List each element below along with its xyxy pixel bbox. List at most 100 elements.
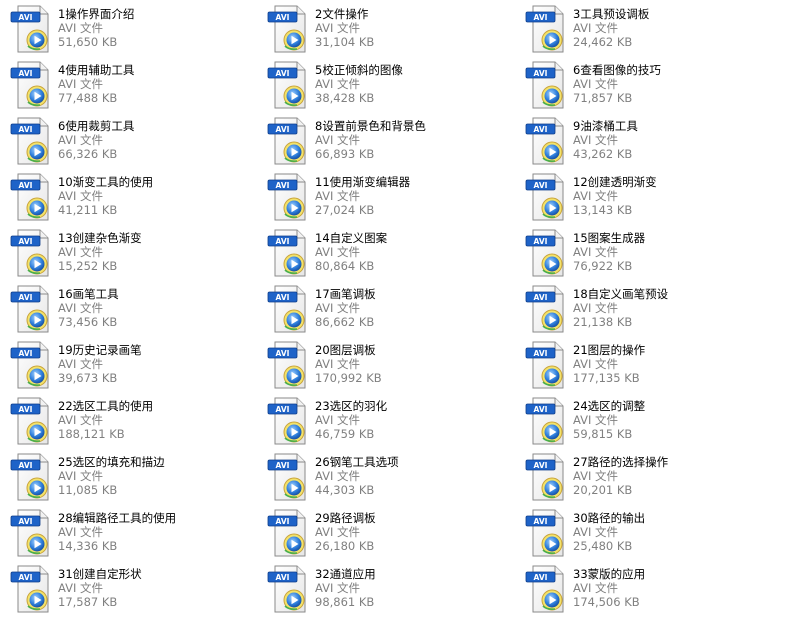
file-name: 17画笔调板 <box>315 287 376 301</box>
avi-video-file-icon: AVI <box>267 228 311 278</box>
file-item[interactable]: AVI 11使用渐变编辑器 AVI 文件 27,024 KB <box>263 170 508 224</box>
avi-video-file-icon: AVI <box>267 508 311 558</box>
file-name: 14自定义图案 <box>315 231 388 245</box>
file-item[interactable]: AVI 29路径调板 AVI 文件 26,180 KB <box>263 506 508 560</box>
file-type: AVI 文件 <box>573 245 619 259</box>
svg-text:AVI: AVI <box>19 69 33 78</box>
file-size: 80,864 KB <box>315 259 375 273</box>
file-type: AVI 文件 <box>58 133 104 147</box>
file-size: 14,336 KB <box>58 539 118 553</box>
file-name: 6使用裁剪工具 <box>58 119 135 133</box>
file-item[interactable]: AVI 19历史记录画笔 AVI 文件 39,673 KB <box>6 338 251 392</box>
file-type: AVI 文件 <box>58 301 104 315</box>
file-type: AVI 文件 <box>315 469 361 483</box>
file-item[interactable]: AVI 28编辑路径工具的使用 AVI 文件 14,336 KB <box>6 506 251 560</box>
svg-text:AVI: AVI <box>276 13 290 22</box>
file-name: 1操作界面介绍 <box>58 7 135 21</box>
file-item[interactable]: AVI 23选区的羽化 AVI 文件 46,759 KB <box>263 394 508 448</box>
file-name: 20图层调板 <box>315 343 376 357</box>
file-item[interactable]: AVI 32通道应用 AVI 文件 98,861 KB <box>263 562 508 616</box>
file-item[interactable]: AVI 17画笔调板 AVI 文件 86,662 KB <box>263 282 508 336</box>
svg-text:AVI: AVI <box>534 293 548 302</box>
file-size: 174,506 KB <box>573 595 640 609</box>
file-size: 17,587 KB <box>58 595 118 609</box>
file-type: AVI 文件 <box>58 77 104 91</box>
file-type: AVI 文件 <box>315 133 361 147</box>
file-size: 177,135 KB <box>573 371 640 385</box>
file-item[interactable]: AVI 31创建自定形状 AVI 文件 17,587 KB <box>6 562 251 616</box>
file-size: 43,262 KB <box>573 147 633 161</box>
file-name: 31创建自定形状 <box>58 567 142 581</box>
file-item[interactable]: AVI 10渐变工具的使用 AVI 文件 41,211 KB <box>6 170 251 224</box>
file-item[interactable]: AVI 13创建杂色渐变 AVI 文件 15,252 KB <box>6 226 251 280</box>
file-name: 29路径调板 <box>315 511 376 525</box>
file-item[interactable]: AVI 21图层的操作 AVI 文件 177,135 KB <box>521 338 766 392</box>
file-item[interactable]: AVI 2文件操作 AVI 文件 31,104 KB <box>263 2 508 56</box>
file-item[interactable]: AVI 9油漆桶工具 AVI 文件 43,262 KB <box>521 114 766 168</box>
file-item[interactable]: AVI 20图层调板 AVI 文件 170,992 KB <box>263 338 508 392</box>
file-type: AVI 文件 <box>573 301 619 315</box>
avi-video-file-icon: AVI <box>525 116 569 166</box>
file-item[interactable]: AVI 25选区的填充和描边 AVI 文件 11,085 KB <box>6 450 251 504</box>
file-item[interactable]: AVI 14自定义图案 AVI 文件 80,864 KB <box>263 226 508 280</box>
file-name: 25选区的填充和描边 <box>58 455 165 469</box>
file-name: 2文件操作 <box>315 7 369 21</box>
file-item[interactable]: AVI 30路径的输出 AVI 文件 25,480 KB <box>521 506 766 560</box>
file-item[interactable]: AVI 4使用辅助工具 AVI 文件 77,488 KB <box>6 58 251 112</box>
file-item[interactable]: AVI 16画笔工具 AVI 文件 73,456 KB <box>6 282 251 336</box>
file-item[interactable]: AVI 27路径的选择操作 AVI 文件 20,201 KB <box>521 450 766 504</box>
file-size: 44,303 KB <box>315 483 375 497</box>
svg-text:AVI: AVI <box>276 461 290 470</box>
file-type: AVI 文件 <box>315 413 361 427</box>
file-item[interactable]: AVI 1操作界面介绍 AVI 文件 51,650 KB <box>6 2 251 56</box>
svg-text:AVI: AVI <box>19 349 33 358</box>
file-item[interactable]: AVI 8设置前景色和背景色 AVI 文件 66,893 KB <box>263 114 508 168</box>
file-item[interactable]: AVI 6使用裁剪工具 AVI 文件 66,326 KB <box>6 114 251 168</box>
file-item[interactable]: AVI 12创建透明渐变 AVI 文件 13,143 KB <box>521 170 766 224</box>
file-type: AVI 文件 <box>58 357 104 371</box>
avi-video-file-icon: AVI <box>525 172 569 222</box>
file-type: AVI 文件 <box>315 189 361 203</box>
file-size: 66,326 KB <box>58 147 118 161</box>
avi-video-file-icon: AVI <box>267 452 311 502</box>
avi-video-file-icon: AVI <box>10 564 54 614</box>
file-item[interactable]: AVI 18自定义画笔预设 AVI 文件 21,138 KB <box>521 282 766 336</box>
file-item[interactable]: AVI 5校正倾斜的图像 AVI 文件 38,428 KB <box>263 58 508 112</box>
file-size: 27,024 KB <box>315 203 375 217</box>
svg-text:AVI: AVI <box>534 13 548 22</box>
avi-video-file-icon: AVI <box>267 396 311 446</box>
file-size: 170,992 KB <box>315 371 382 385</box>
file-name: 27路径的选择操作 <box>573 455 669 469</box>
svg-text:AVI: AVI <box>19 461 33 470</box>
file-name: 30路径的输出 <box>573 511 646 525</box>
avi-video-file-icon: AVI <box>10 340 54 390</box>
file-item[interactable]: AVI 15图案生成器 AVI 文件 76,922 KB <box>521 226 766 280</box>
svg-text:AVI: AVI <box>276 237 290 246</box>
file-item[interactable]: AVI 33蒙版的应用 AVI 文件 174,506 KB <box>521 562 766 616</box>
svg-text:AVI: AVI <box>19 573 33 582</box>
file-item[interactable]: AVI 6查看图像的技巧 AVI 文件 71,857 KB <box>521 58 766 112</box>
avi-video-file-icon: AVI <box>267 564 311 614</box>
file-item[interactable]: AVI 3工具预设调板 AVI 文件 24,462 KB <box>521 2 766 56</box>
file-size: 11,085 KB <box>58 483 118 497</box>
avi-video-file-icon: AVI <box>10 508 54 558</box>
avi-video-file-icon: AVI <box>267 116 311 166</box>
file-type: AVI 文件 <box>58 189 104 203</box>
svg-text:AVI: AVI <box>276 125 290 134</box>
file-name: 28编辑路径工具的使用 <box>58 511 177 525</box>
file-type: AVI 文件 <box>573 189 619 203</box>
svg-text:AVI: AVI <box>19 181 33 190</box>
file-name: 10渐变工具的使用 <box>58 175 154 189</box>
file-item[interactable]: AVI 26钢笔工具选项 AVI 文件 44,303 KB <box>263 450 508 504</box>
file-type: AVI 文件 <box>58 245 104 259</box>
svg-text:AVI: AVI <box>276 405 290 414</box>
file-item[interactable]: AVI 24选区的调整 AVI 文件 59,815 KB <box>521 394 766 448</box>
avi-video-file-icon: AVI <box>525 228 569 278</box>
file-name: 22选区工具的使用 <box>58 399 154 413</box>
file-item[interactable]: AVI 22选区工具的使用 AVI 文件 188,121 KB <box>6 394 251 448</box>
svg-text:AVI: AVI <box>534 573 548 582</box>
file-name: 9油漆桶工具 <box>573 119 638 133</box>
avi-video-file-icon: AVI <box>525 284 569 334</box>
file-size: 31,104 KB <box>315 35 375 49</box>
avi-video-file-icon: AVI <box>10 60 54 110</box>
